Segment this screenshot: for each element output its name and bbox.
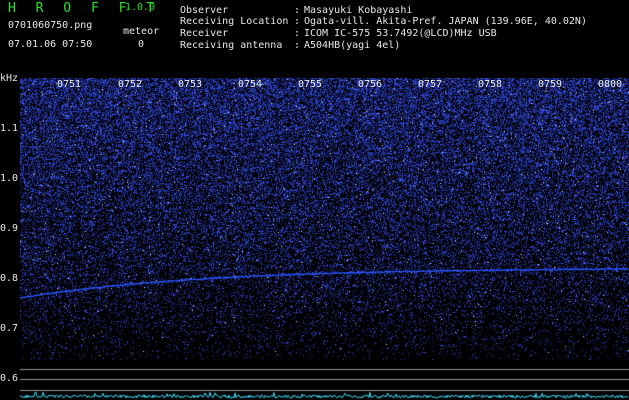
time-tick-0752: 0752: [118, 79, 143, 90]
y-tick-0-6: 0.6: [0, 373, 19, 384]
time-tick-0757: 0757: [418, 79, 443, 90]
time-tick-0751: 0751: [57, 79, 82, 90]
time-tick-0758: 0758: [478, 79, 503, 90]
location-value: Ogata-vill. Akita-Pref. JAPAN (139.96E, …: [304, 16, 587, 27]
location-label: Receiving Location: [180, 16, 289, 27]
spectrogram-canvas: [20, 78, 629, 400]
frequency-unit-label: kHz: [0, 73, 19, 84]
capture-datetime: 07.01.06 07:50: [8, 39, 93, 50]
y-tick-1-0: 1.0: [0, 173, 19, 184]
antenna-colon: :: [294, 40, 301, 51]
receiver-value: ICOM IC-575 53.7492(@LCD)MHz USB: [304, 28, 497, 39]
y-tick-0-8: 0.8: [0, 273, 19, 284]
receiver-label: Receiver: [180, 28, 229, 39]
file-name: 0701060750.png: [8, 20, 93, 31]
time-tick-0755: 0755: [298, 79, 323, 90]
meteor-count: 0: [138, 39, 145, 50]
meteor-label: meteor: [123, 26, 160, 37]
observer-value: Masayuki Kobayashi: [304, 5, 413, 16]
observer-colon: :: [294, 5, 301, 16]
app-version: 1.0.0: [125, 2, 156, 13]
location-colon: :: [294, 16, 301, 27]
time-tick-0759: 0759: [538, 79, 563, 90]
receiver-colon: :: [294, 28, 301, 39]
y-tick-1-1: 1.1: [0, 123, 19, 134]
time-tick-0756: 0756: [358, 79, 383, 90]
time-tick-0754: 0754: [238, 79, 263, 90]
antenna-label: Receiving antenna: [180, 40, 283, 51]
antenna-value: A504HB(yagi 4el): [304, 40, 401, 51]
time-tick-0753: 0753: [178, 79, 203, 90]
time-tick-0800: 0800: [598, 79, 623, 90]
observer-label: Observer: [180, 5, 229, 16]
y-tick-0-7: 0.7: [0, 323, 19, 334]
y-tick-0-9: 0.9: [0, 223, 19, 234]
